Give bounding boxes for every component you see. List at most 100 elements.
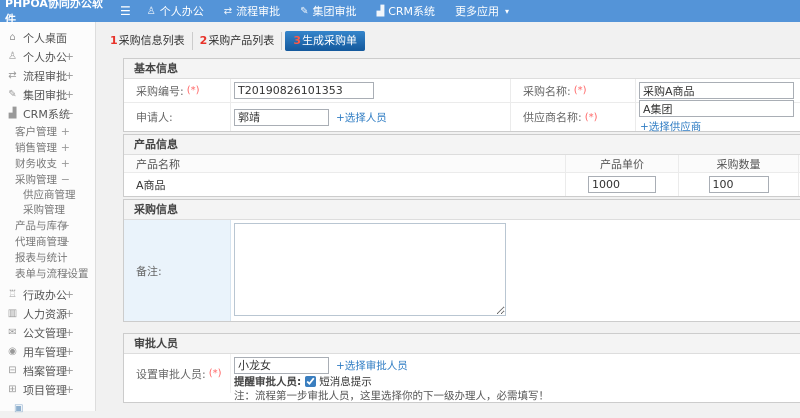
applicant-cell: +选择人员 xyxy=(231,103,511,131)
section-product-info: 产品信息 产品名称 产品单价 采购数量 A商品 xyxy=(123,134,800,197)
required-mark: (*) xyxy=(186,85,200,96)
hamburger-menu-icon[interactable]: ☰ xyxy=(120,4,131,18)
sidebar-item-crm-system[interactable]: ▟ CRM系统 − xyxy=(0,104,95,123)
sidebar-item-label: 采购管理 xyxy=(23,204,65,216)
collapse-toggle[interactable]: − xyxy=(61,173,70,186)
expand-toggle[interactable]: + xyxy=(65,69,74,82)
required-mark: (*) xyxy=(573,85,587,96)
sidebar-item-purchase-mgmt[interactable]: 采购管理 − xyxy=(0,171,95,187)
product-qty-input[interactable] xyxy=(708,176,769,193)
sidebar-item-partial[interactable]: ▣ xyxy=(0,399,95,418)
tab-purchase-product-list[interactable]: 2 采购产品列表 xyxy=(193,31,283,50)
select-supplier-link[interactable]: +选择供应商 xyxy=(640,119,701,134)
sms-remind-checkbox[interactable] xyxy=(305,375,317,387)
collapse-toggle[interactable]: − xyxy=(65,107,74,120)
sidebar-item-personal-office[interactable]: ♙ 个人办公 + xyxy=(0,47,95,66)
sidebar-item-label: 产品与库存 xyxy=(15,219,68,232)
expand-toggle[interactable]: + xyxy=(61,267,70,280)
partial-item-icon: ▣ xyxy=(14,403,24,414)
sidebar-item-label: 个人桌面 xyxy=(23,31,67,45)
expand-toggle[interactable]: + xyxy=(61,157,70,170)
sidebar-item-label: 个人办公 xyxy=(23,50,67,64)
sidebar-item-label: 流程审批 xyxy=(23,69,67,83)
topmenu-crm-system[interactable]: ▟ CRM系统 xyxy=(377,3,436,19)
purchase-name-input[interactable] xyxy=(639,82,794,99)
sidebar-item-agent-mgmt[interactable]: 代理商管理 + xyxy=(0,233,95,249)
edit-icon: ✎ xyxy=(300,5,309,17)
approver-cell: +选择审批人员 提醒审批人员: 短消息提示 注：流程第一步审批人员，这里选择你的… xyxy=(231,354,800,402)
section-purchase-info: 采购信息 备注: xyxy=(123,199,800,322)
purchase-no-input[interactable] xyxy=(234,82,374,99)
tab-generate-purchase-order[interactable]: 3 生成采购单 xyxy=(285,30,365,51)
tab-number: 3 xyxy=(293,33,301,47)
sidebar-item-group-approval[interactable]: ✎ 集团审批 + xyxy=(0,85,95,104)
person-icon: ♙ xyxy=(146,5,156,17)
expand-toggle[interactable]: + xyxy=(65,383,74,396)
sidebar-item-admin-office[interactable]: ♖ 行政办公 + xyxy=(0,285,95,304)
sidebar-item-archive-mgmt[interactable]: ⊟ 档案管理 + xyxy=(0,361,95,380)
expand-toggle[interactable]: + xyxy=(65,326,74,339)
tab-bar: 1 采购信息列表 2 采购产品列表 3 生成采购单 xyxy=(103,30,800,51)
topmenu-personal-office[interactable]: ♙ 个人办公 xyxy=(147,3,204,19)
sidebar-item-supplier-mgmt[interactable]: 供应商管理 xyxy=(0,187,95,202)
tab-label: 采购产品列表 xyxy=(208,33,275,47)
applicant-input[interactable] xyxy=(234,108,329,126)
section-title: 产品信息 xyxy=(124,135,800,155)
product-price-input[interactable] xyxy=(588,176,656,193)
remark-textarea[interactable] xyxy=(234,223,506,316)
chart-icon: ▟ xyxy=(376,5,385,17)
topmenu-group-approval[interactable]: ✎ 集团审批 xyxy=(300,3,356,19)
sidebar-item-label: 供应商管理 xyxy=(23,189,76,201)
sidebar-item-purchase-mgmt-sub[interactable]: 采购管理 xyxy=(0,202,95,217)
expand-toggle[interactable]: + xyxy=(61,235,70,248)
sidebar-item-official-doc-mgmt[interactable]: ✉ 公文管理 + xyxy=(0,323,95,342)
purchase-no-cell xyxy=(231,79,511,103)
approver-input[interactable] xyxy=(234,356,329,374)
sidebar-item-finance[interactable]: 财务收支 + xyxy=(0,155,95,171)
sidebar-item-label: 客户管理 xyxy=(15,125,57,138)
supplier-name-input[interactable] xyxy=(639,100,794,117)
topmenu-more-apps[interactable]: 更多应用 ▾ xyxy=(455,3,509,19)
sidebar-item-flow-approval[interactable]: ⇄ 流程审批 + xyxy=(0,66,95,85)
expand-toggle[interactable]: + xyxy=(65,288,74,301)
topbar: PHPOA协同办公软件 ☰ ♙ 个人办公 ⇄ 流程审批 ✎ 集团审批 ▟ CRM… xyxy=(0,0,800,26)
select-person-link[interactable]: +选择人员 xyxy=(336,110,387,125)
flow-icon: ⇄ xyxy=(8,70,17,81)
expand-toggle[interactable]: + xyxy=(65,364,74,377)
sidebar: ⌂ 个人桌面 ♙ 个人办公 + ⇄ 流程审批 + ✎ 集团审批 + ▟ CRM系… xyxy=(0,22,96,414)
sidebar-item-product-inventory[interactable]: 产品与库存 + xyxy=(0,217,95,233)
sidebar-item-project-mgmt[interactable]: ⊞ 项目管理 + xyxy=(0,380,95,399)
section-basic-info: 基本信息 采购编号:(*) 采购名称:(*) 申请人: +选择人员 供应 xyxy=(123,58,800,134)
topmenu-flow-approval[interactable]: ⇄ 流程审批 xyxy=(224,3,280,19)
sidebar-item-form-flow-settings[interactable]: 表单与流程设置 + xyxy=(0,265,95,281)
required-mark: (*) xyxy=(584,111,598,123)
sidebar-item-hr[interactable]: ▥ 人力资源 + xyxy=(0,304,95,323)
app-logo: PHPOA协同办公软件 xyxy=(5,0,103,26)
sms-remind-label: 短消息提示 xyxy=(319,375,372,388)
sidebar-item-label: 表单与流程设置 xyxy=(15,267,89,280)
sidebar-item-customer-mgmt[interactable]: 客户管理 + xyxy=(0,123,95,139)
sidebar-item-reports-stats[interactable]: 报表与统计 xyxy=(0,249,95,265)
expand-toggle[interactable]: + xyxy=(61,125,70,138)
section-approval: 审批人员 设置审批人员:(*) +选择审批人员 提醒审批人员: 短消息提示 注：… xyxy=(123,333,800,403)
tab-purchase-info-list[interactable]: 1 采购信息列表 xyxy=(103,31,193,50)
expand-toggle[interactable]: + xyxy=(65,88,74,101)
sidebar-item-vehicle-mgmt[interactable]: ◉ 用车管理 + xyxy=(0,342,95,361)
sidebar-item-personal-desktop[interactable]: ⌂ 个人桌面 xyxy=(0,28,95,47)
sidebar-item-label: 行政办公 xyxy=(23,288,67,302)
top-menu: ♙ 个人办公 ⇄ 流程审批 ✎ 集团审批 ▟ CRM系统 更多应用 ▾ xyxy=(147,3,509,19)
section-title: 采购信息 xyxy=(124,200,800,220)
building-icon: ♖ xyxy=(8,289,17,300)
expand-toggle[interactable]: + xyxy=(61,141,70,154)
sidebar-item-label: 集团审批 xyxy=(23,88,67,102)
expand-toggle[interactable]: + xyxy=(61,219,70,232)
tab-number: 1 xyxy=(110,33,118,47)
expand-toggle[interactable]: + xyxy=(65,307,74,320)
sidebar-item-sales-mgmt[interactable]: 销售管理 + xyxy=(0,139,95,155)
expand-toggle[interactable]: + xyxy=(65,50,74,63)
expand-toggle[interactable]: + xyxy=(65,345,74,358)
required-mark: (*) xyxy=(208,368,222,379)
sidebar-item-label: 采购管理 xyxy=(15,173,57,186)
select-approver-link[interactable]: +选择审批人员 xyxy=(336,358,408,373)
section-title: 审批人员 xyxy=(124,334,800,354)
